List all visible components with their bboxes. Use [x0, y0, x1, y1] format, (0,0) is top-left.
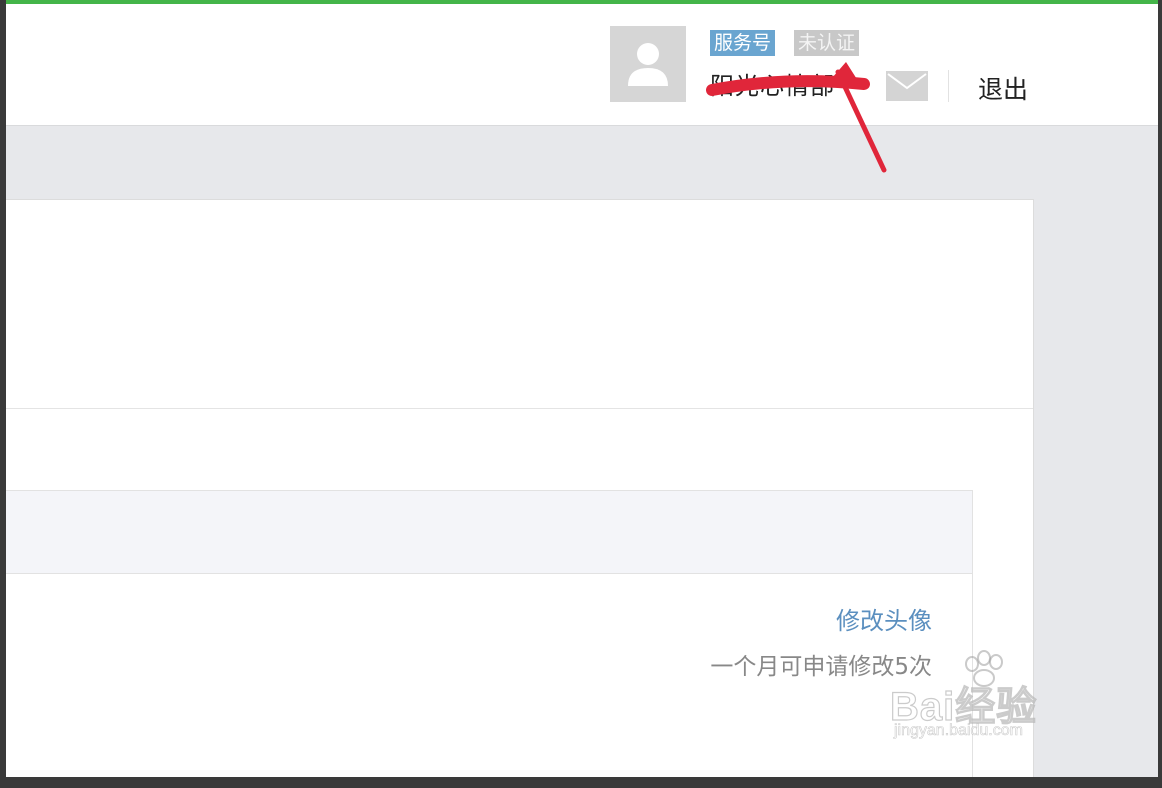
watermark-url: jingyan.baidu.com — [894, 722, 1024, 740]
header-divider — [948, 70, 949, 102]
baidu-jingyan-watermark: Bai经验 jingyan.baidu.com — [884, 650, 1104, 750]
account-name: 阳光心情部 — [710, 72, 835, 100]
account-type-badge: 服务号 — [710, 30, 776, 56]
settings-panel: 修改头像 一个月可申请修改5次 — [6, 199, 1034, 777]
card-header — [6, 491, 972, 574]
verification-status-badge[interactable]: 未认证 — [794, 30, 860, 56]
avatar-settings-card: 修改头像 一个月可申请修改5次 — [6, 490, 973, 777]
page-header: 服务号 未认证 阳光心情部 退出 — [6, 4, 1158, 173]
logout-link[interactable]: 退出 — [978, 70, 1028, 106]
edit-avatar-link[interactable]: 修改头像 — [836, 601, 932, 636]
browser-viewport: 服务号 未认证 阳光心情部 退出 修改头像 一个月可申请修改5次 Bai经验 j… — [6, 0, 1158, 777]
panel-top-section — [6, 200, 1033, 409]
user-avatar-icon — [628, 43, 668, 86]
account-avatar[interactable] — [610, 26, 686, 102]
mail-icon[interactable] — [886, 71, 928, 101]
